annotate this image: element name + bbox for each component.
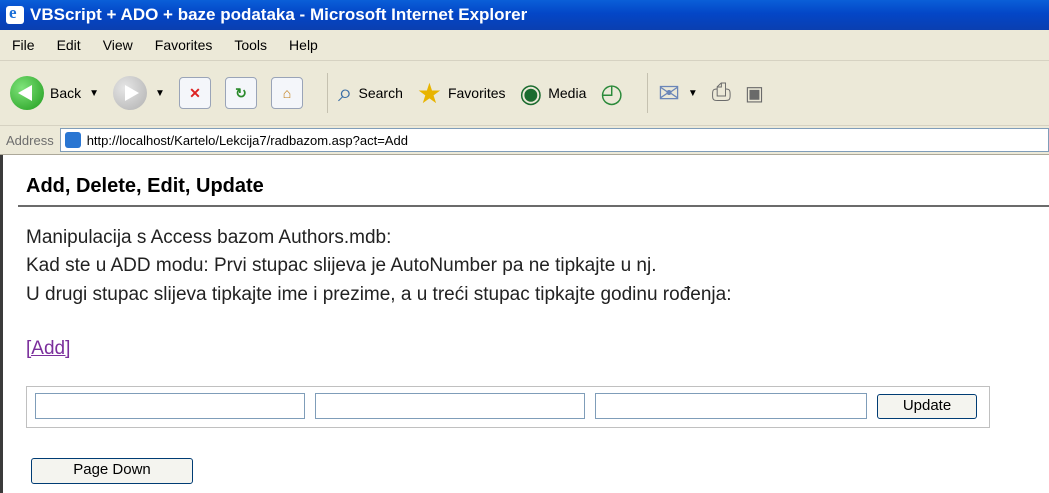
name-field[interactable] [315,393,585,419]
address-input[interactable]: http://localhost/Kartelo/Lekcija7/radbaz… [59,128,1049,152]
window-title: VBScript + ADO + baze podataka - Microso… [30,5,528,24]
menu-favorites[interactable]: Favorites [155,37,213,53]
media-globe-icon: ◉ [519,77,543,108]
menu-edit[interactable]: Edit [57,37,81,53]
star-icon: ★ [416,77,442,109]
favorites-label: Favorites [447,85,506,101]
menu-tools[interactable]: Tools [234,37,267,53]
search-icon: ⌕ [337,77,353,107]
record-form-table: Update [26,386,990,428]
media-button[interactable]: ◉ Media [520,78,587,109]
ie-logo-icon [6,3,24,24]
update-button[interactable]: Update [877,394,977,419]
stop-button[interactable]: ✕ [178,77,211,109]
autonumber-field[interactable] [35,393,305,419]
description-line: Kad ste u ADD modu: Prvi stupac slijeva … [26,255,657,276]
address-url: http://localhost/Kartelo/Lekcija7/radbaz… [86,132,408,148]
menu-view[interactable]: View [103,37,133,53]
search-button[interactable]: ⌕ Search [338,77,403,109]
edit-page-button[interactable]: ▣ [745,81,764,106]
back-label: Back [50,85,82,101]
page-icon [64,132,81,148]
home-icon: ⌂ [270,77,303,109]
toolbar-separator [647,73,649,113]
address-label: Address [6,132,54,148]
menu-bar: File Edit View Favorites Tools Help [0,30,1049,61]
description-line: Manipulacija s Access bazom Authors.mdb: [26,227,392,248]
edit-icon: ▣ [744,82,764,105]
chevron-down-icon[interactable]: ▼ [688,88,698,99]
chevron-down-icon[interactable]: ▼ [89,88,99,99]
refresh-button[interactable]: ↻ [224,77,257,109]
page-heading: Add, Delete, Edit, Update [26,175,264,197]
favorites-button[interactable]: ★ Favorites [417,77,506,110]
history-icon: ◴ [600,77,624,108]
search-label: Search [358,85,403,101]
birth-year-field[interactable] [595,393,867,419]
address-bar: Address http://localhost/Kartelo/Lekcija… [0,126,1049,155]
print-button[interactable]: ⎙ [712,79,731,107]
mail-icon: ✉ [658,77,680,108]
media-label: Media [548,85,587,101]
title-bar: VBScript + ADO + baze podataka - Microso… [0,0,1049,30]
toolbar: Back ▼ ▼ ✕ ↻ ⌂ ⌕ Search ★ Favorites ◉ Me… [0,61,1049,126]
stop-icon: ✕ [178,77,211,109]
back-button[interactable]: Back ▼ [0,76,99,110]
forward-arrow-icon [113,76,148,110]
mail-button[interactable]: ✉ ▼ [658,78,698,109]
history-button[interactable]: ◴ [600,78,623,109]
refresh-icon: ↻ [224,77,257,109]
print-icon: ⎙ [711,79,731,106]
back-arrow-icon [10,76,44,110]
menu-help[interactable]: Help [289,37,318,53]
chevron-down-icon[interactable]: ▼ [155,88,165,99]
description-line: U drugi stupac slijeva tipkajte ime i pr… [26,284,732,305]
heading-divider [18,205,1049,207]
toolbar-separator [326,73,328,113]
add-link[interactable]: [Add] [26,338,70,360]
home-button[interactable]: ⌂ [270,77,303,109]
forward-button[interactable]: ▼ [113,76,165,110]
page-down-button[interactable]: Page Down [31,458,193,484]
menu-file[interactable]: File [12,37,35,53]
